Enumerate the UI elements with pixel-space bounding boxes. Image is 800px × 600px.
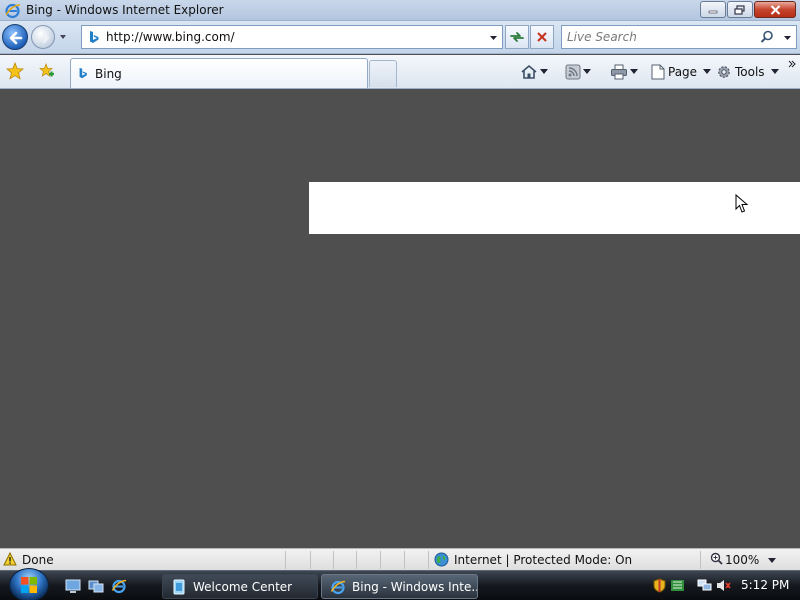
zoom-dropdown-icon[interactable] xyxy=(767,557,777,564)
windows-logo-icon xyxy=(21,577,37,593)
taskbar-button-bing[interactable]: Bing - Windows Inte... xyxy=(321,574,478,599)
maximize-button[interactable] xyxy=(727,1,753,18)
forward-arrow-icon xyxy=(37,32,50,44)
tools-menu-label: Tools xyxy=(735,65,765,79)
feeds-button[interactable] xyxy=(565,62,591,82)
tab-bing[interactable]: Bing xyxy=(70,58,368,88)
minimize-icon xyxy=(708,10,718,13)
feeds-dropdown-icon[interactable] xyxy=(583,69,591,75)
restore-icon xyxy=(734,4,745,15)
stop-button[interactable] xyxy=(530,25,554,49)
home-icon xyxy=(521,64,537,79)
page-menu-label: Page xyxy=(668,65,698,79)
navigation-bar: http://www.bing.com/ Live Search xyxy=(0,21,800,54)
gear-icon xyxy=(718,66,730,78)
print-dropdown-icon[interactable] xyxy=(630,69,638,75)
home-dropdown-icon[interactable] xyxy=(540,69,548,75)
printer-icon xyxy=(611,64,627,80)
add-favorites-icon[interactable] xyxy=(37,62,55,80)
address-bar[interactable]: http://www.bing.com/ xyxy=(81,25,503,49)
page-dropdown-icon xyxy=(703,69,712,74)
minimize-button[interactable] xyxy=(700,1,726,18)
internet-zone-globe-icon[interactable] xyxy=(434,552,449,567)
new-tab-button[interactable] xyxy=(369,60,397,87)
home-button[interactable] xyxy=(520,62,548,82)
print-button[interactable] xyxy=(610,62,638,82)
taskbar: Welcome Center Bing - Windows Inte... 5:… xyxy=(0,568,800,600)
search-icon[interactable] xyxy=(760,30,774,44)
search-box[interactable]: Live Search xyxy=(561,25,797,49)
close-button[interactable] xyxy=(754,1,796,18)
search-panel[interactable] xyxy=(309,182,800,234)
favorites-center-icon[interactable] xyxy=(6,62,24,80)
show-desktop-icon[interactable] xyxy=(65,578,81,594)
start-button[interactable] xyxy=(9,568,49,600)
network-status-icon[interactable] xyxy=(670,578,685,593)
taskbar-button-label: Bing - Windows Inte... xyxy=(352,579,477,594)
switch-windows-icon[interactable] xyxy=(88,578,104,594)
status-divider xyxy=(404,551,405,569)
bing-favicon-icon xyxy=(79,67,87,79)
warning-icon xyxy=(3,552,17,566)
security-shield-icon[interactable] xyxy=(652,578,667,593)
zoom-icon[interactable] xyxy=(710,552,723,565)
status-divider xyxy=(700,551,701,569)
rss-feed-icon xyxy=(565,64,581,80)
ie-icon xyxy=(330,580,346,594)
address-dropdown-icon[interactable] xyxy=(489,34,498,42)
close-icon xyxy=(770,4,780,15)
status-divider xyxy=(310,551,311,569)
mouse-cursor-icon xyxy=(735,194,749,213)
status-divider xyxy=(356,551,357,569)
taskbar-button-label: Welcome Center xyxy=(193,579,293,594)
ie-quicklaunch-icon[interactable] xyxy=(111,578,127,594)
zoom-level[interactable]: 100% xyxy=(725,553,759,567)
status-divider xyxy=(380,551,381,569)
window-title: Bing - Windows Internet Explorer xyxy=(26,3,224,17)
title-bar: Bing - Windows Internet Explorer xyxy=(0,0,800,21)
recent-pages-dropdown-icon[interactable] xyxy=(58,32,68,42)
command-bar: Bing Page Tools xyxy=(0,55,800,89)
system-clock[interactable]: 5:12 PM xyxy=(741,578,789,592)
address-url: http://www.bing.com/ xyxy=(106,30,235,44)
back-button[interactable] xyxy=(2,24,28,50)
status-divider xyxy=(285,551,286,569)
chevron-more-icon[interactable] xyxy=(788,59,796,71)
status-bar: Done Internet | Protected Mode: On 100% xyxy=(0,548,800,570)
page-icon xyxy=(651,64,665,80)
refresh-icon xyxy=(510,32,524,42)
bing-favicon-icon xyxy=(90,31,99,43)
page-menu-button[interactable]: Page xyxy=(651,62,712,82)
page-content-area[interactable] xyxy=(0,90,800,545)
status-divider xyxy=(428,551,429,569)
tools-dropdown-icon xyxy=(770,69,779,74)
window-controls xyxy=(699,1,796,18)
welcome-center-icon xyxy=(173,579,185,594)
taskbar-button-welcome-center[interactable]: Welcome Center xyxy=(162,574,318,599)
search-placeholder: Live Search xyxy=(567,30,637,44)
ie-icon xyxy=(5,3,21,19)
volume-muted-icon[interactable] xyxy=(716,578,731,593)
status-text: Done xyxy=(22,553,54,567)
tab-label: Bing xyxy=(95,67,122,81)
status-divider xyxy=(333,551,334,569)
tools-menu-button[interactable]: Tools xyxy=(716,62,779,82)
back-arrow-icon xyxy=(9,31,23,45)
forward-button[interactable] xyxy=(31,25,55,49)
refresh-button[interactable] xyxy=(505,25,529,49)
stop-icon xyxy=(537,32,547,42)
security-zone-text[interactable]: Internet | Protected Mode: On xyxy=(454,553,632,567)
network-connection-icon[interactable] xyxy=(697,578,712,593)
search-provider-dropdown-icon[interactable] xyxy=(783,34,792,42)
